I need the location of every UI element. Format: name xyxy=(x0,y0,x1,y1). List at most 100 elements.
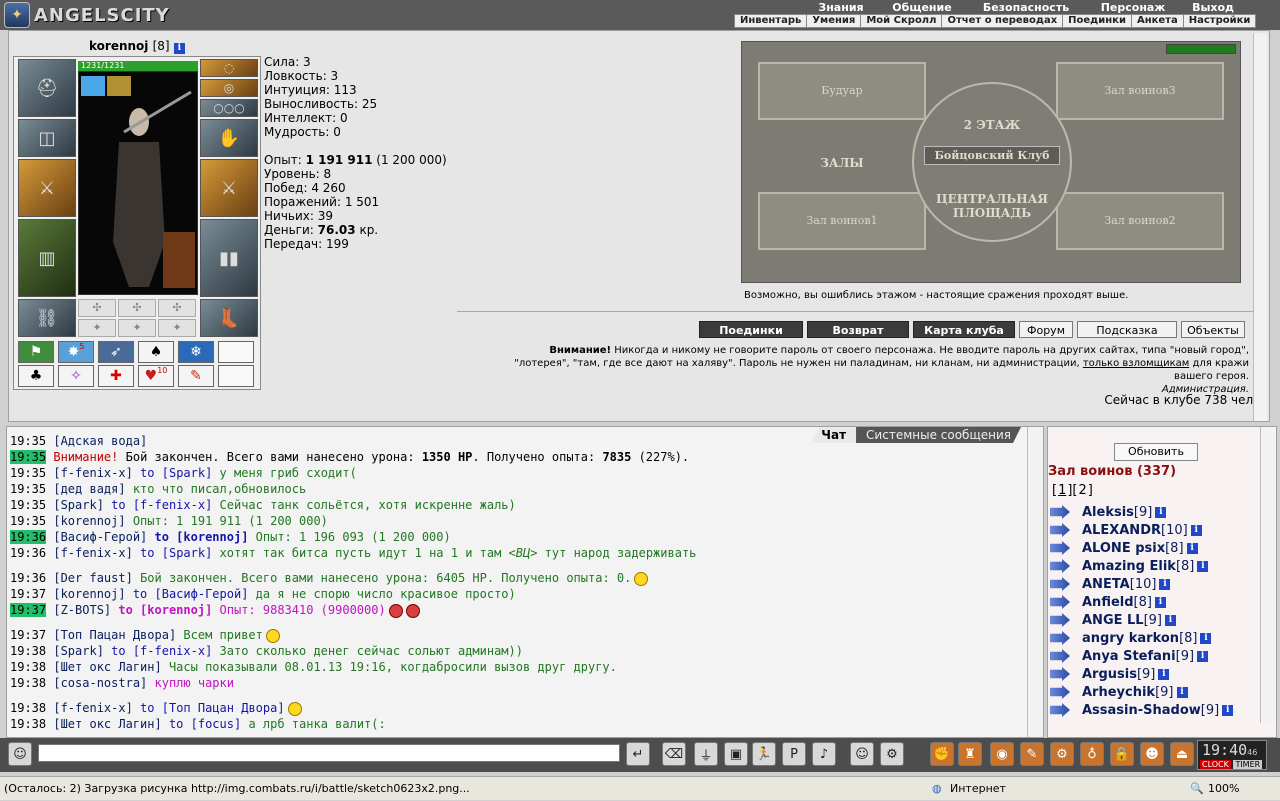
message-time[interactable]: 19:35 xyxy=(10,514,46,528)
private-arrow-icon[interactable] xyxy=(1050,613,1070,627)
belt-item-2[interactable]: ✸ 5 xyxy=(58,341,94,363)
belt-item-3[interactable]: ➶ xyxy=(98,341,134,363)
rings-slot[interactable]: ○○○ xyxy=(200,99,258,117)
page-2-link[interactable]: 2 xyxy=(1078,483,1088,498)
info-icon[interactable]: i xyxy=(1176,686,1188,698)
submenu-my-scroll[interactable]: Мой Скролл xyxy=(861,15,943,27)
belt-item-9[interactable]: ✚ xyxy=(98,365,134,387)
refresh-button[interactable]: Обновить xyxy=(1114,443,1198,461)
bracers-slot[interactable]: ◫ xyxy=(18,119,76,157)
boots-slot[interactable]: 👢 xyxy=(200,299,258,337)
sound-icon[interactable]: ♪ xyxy=(812,742,836,766)
user-name[interactable]: ALEXANDR xyxy=(1082,523,1161,538)
menu-knowledge[interactable]: Знания xyxy=(805,1,877,14)
submenu-inventory[interactable]: Инвентарь xyxy=(735,15,808,27)
run-icon[interactable]: 🏃 xyxy=(752,742,776,766)
scroll-icon[interactable]: ✎ xyxy=(1020,742,1044,766)
private-arrow-icon[interactable] xyxy=(1050,595,1070,609)
message-time[interactable]: 19:35 xyxy=(10,498,46,512)
message-author[interactable]: [Адская вода] xyxy=(53,434,147,448)
private-arrow-icon[interactable] xyxy=(1050,577,1070,591)
fight-club-button[interactable]: Бойцовский Клуб xyxy=(924,146,1060,165)
helmet-slot[interactable]: ⛑ xyxy=(18,59,76,117)
submenu-battles[interactable]: Поединки xyxy=(1063,15,1132,27)
message-time[interactable]: 19:36 xyxy=(10,571,46,585)
menu-security[interactable]: Безопасность xyxy=(967,1,1085,14)
message-author[interactable]: [дед вадя] xyxy=(53,482,125,496)
thieves-link[interactable]: только взломщикам xyxy=(1083,358,1189,369)
return-button[interactable]: Возврат xyxy=(807,321,909,338)
message-author[interactable]: [Шет окс Лагин] xyxy=(53,660,161,674)
timer-label[interactable]: TIMER xyxy=(1233,760,1263,769)
message-author[interactable]: [f-fenix-x] xyxy=(53,701,132,715)
user-name[interactable]: ALONE psix xyxy=(1082,541,1165,556)
message-author[interactable]: [f-fenix-x] xyxy=(53,546,132,560)
room-warriors-1[interactable]: Зал воинов1 xyxy=(758,192,926,250)
message-author[interactable]: [Der faust] xyxy=(53,571,132,585)
private-arrow-icon[interactable] xyxy=(1050,649,1070,663)
gear-icon[interactable]: ⚙ xyxy=(1050,742,1074,766)
user-name[interactable]: Anya Stefani xyxy=(1082,649,1176,664)
user-name[interactable]: Anfield xyxy=(1082,595,1134,610)
message-author[interactable]: [korennoj] xyxy=(53,514,125,528)
potion-icon[interactable]: ♁ xyxy=(1080,742,1104,766)
weapon-right-slot[interactable]: ⚔ xyxy=(200,159,258,217)
belt-slot[interactable]: ⛓ xyxy=(18,299,76,337)
room-warriors-3[interactable]: Зал воинов3 xyxy=(1056,62,1224,120)
private-arrow-icon[interactable] xyxy=(1050,685,1070,699)
clear-icon[interactable]: ⌫ xyxy=(662,742,686,766)
main-scrollbar[interactable] xyxy=(1253,33,1267,421)
user-name[interactable]: Aleksis xyxy=(1082,505,1134,520)
message-time[interactable]: 19:37 xyxy=(10,628,46,642)
rune-slot-6[interactable]: ✦ xyxy=(158,319,196,337)
submenu-settings[interactable]: Настройки xyxy=(1184,15,1256,27)
chat-input[interactable] xyxy=(38,744,620,762)
zoom-level[interactable]: 100% xyxy=(1208,777,1239,801)
submenu-transfer-report[interactable]: Отчет о переводах xyxy=(942,15,1064,27)
chat-scrollbar[interactable] xyxy=(1027,427,1041,737)
submenu-skills[interactable]: Умения xyxy=(807,15,862,27)
private-arrow-icon[interactable] xyxy=(1050,631,1070,645)
message-author[interactable]: [Шет окс Лагин] xyxy=(53,717,161,731)
info-icon[interactable]: i xyxy=(1197,560,1209,572)
info-icon[interactable]: i xyxy=(1222,704,1234,716)
pants-slot[interactable]: ▮▮ xyxy=(200,219,258,297)
info-icon[interactable]: i xyxy=(1158,668,1170,680)
club-map-button[interactable]: Карта клуба xyxy=(913,321,1015,338)
message-author[interactable]: [cosa-nostra] xyxy=(53,676,147,690)
message-time[interactable]: 19:35 xyxy=(10,466,46,480)
info-icon[interactable]: i xyxy=(1165,614,1177,626)
message-time[interactable]: 19:38 xyxy=(10,676,46,690)
private-arrow-icon[interactable] xyxy=(1050,703,1070,717)
objects-button[interactable]: Объекты xyxy=(1181,321,1245,338)
message-time[interactable]: 19:35 xyxy=(10,450,47,464)
submenu-profile[interactable]: Анкета xyxy=(1132,15,1184,27)
info-icon[interactable]: i xyxy=(1186,542,1198,554)
belt-item-10[interactable]: ♥ 10 xyxy=(138,365,174,387)
message-time[interactable]: 19:35 xyxy=(10,482,46,496)
clock-label[interactable]: CLOCK xyxy=(1200,760,1231,769)
message-author[interactable]: [korennoj] xyxy=(53,587,125,601)
message-author[interactable]: [Spark] xyxy=(53,498,104,512)
message-time[interactable]: 19:35 xyxy=(10,434,46,448)
belt-item-8[interactable]: ✧ xyxy=(58,365,94,387)
user-name[interactable]: ANETA xyxy=(1082,577,1130,592)
gloves-slot[interactable]: ✋ xyxy=(200,119,258,157)
rune-slot-3[interactable]: ✣ xyxy=(158,299,196,317)
rune-slot-2[interactable]: ✣ xyxy=(118,299,156,317)
info-icon[interactable]: i xyxy=(1154,596,1166,608)
private-arrow-icon[interactable] xyxy=(1050,541,1070,555)
player-nick[interactable]: korennoj [8] i xyxy=(89,39,185,54)
friends-icon[interactable]: ☻ xyxy=(1140,742,1164,766)
user-name[interactable]: Argusis xyxy=(1082,667,1137,682)
message-time[interactable]: 19:38 xyxy=(10,644,46,658)
room-boudoir[interactable]: Будуар xyxy=(758,62,926,120)
belt-item-5[interactable]: ❄ xyxy=(178,341,214,363)
private-arrow-icon[interactable] xyxy=(1050,505,1070,519)
message-time[interactable]: 19:38 xyxy=(10,717,46,731)
amulet-slot[interactable]: ◎ xyxy=(200,79,258,97)
exit-icon[interactable]: ⏏ xyxy=(1170,742,1194,766)
chat-mode-icon[interactable]: ☺ xyxy=(8,742,32,766)
filter-icon[interactable]: ⏚ xyxy=(694,742,718,766)
user-name[interactable]: Arheychik xyxy=(1082,685,1155,700)
